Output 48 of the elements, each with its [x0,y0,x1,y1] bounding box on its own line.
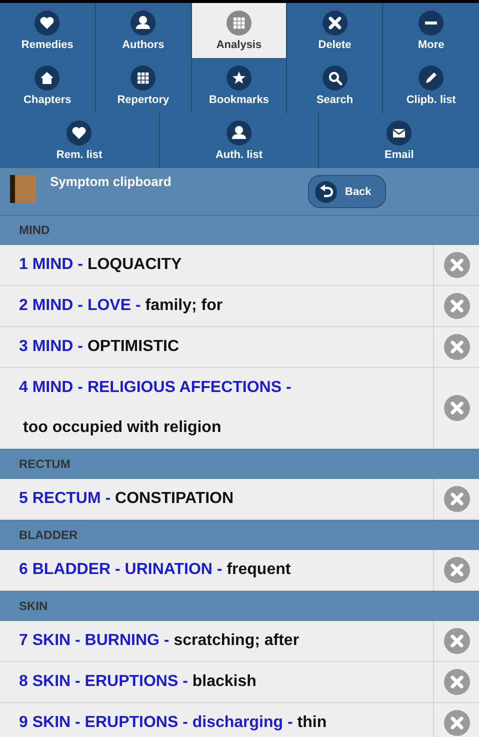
book-icon [10,174,36,204]
menu-tab[interactable]: Analysis [192,3,288,58]
pencil-icon [418,65,444,91]
symptom-text[interactable]: 5 RECTUM - CONSTIPATION [19,479,433,519]
close-icon [444,669,470,695]
close-icon [444,557,470,583]
symptom-text[interactable]: 7 SKIN - BURNING - scratching; after [19,621,433,661]
menu-tab[interactable]: Repertory [96,58,192,113]
menu-tab[interactable]: Search [287,58,384,113]
symptom-text[interactable]: 6 BLADDER - URINATION - frequent [19,550,433,590]
symptom-text[interactable]: 4 MIND - RELIGIOUS AFFECTIONS - [19,368,433,408]
section-heading: RECTUM [0,449,479,479]
symptom-text[interactable]: 2 MIND - LOVE - family; for [19,286,433,326]
close-icon [444,628,470,654]
close-icon [444,395,470,421]
person-icon [226,120,252,146]
back-button[interactable]: Back [308,175,386,208]
menu-tab[interactable]: Clipb. list [383,58,479,113]
symptom-text[interactable]: 9 SKIN - ERUPTIONS - discharging - thin [19,703,433,737]
grid-icon [130,65,156,91]
search-icon [322,65,348,91]
close-icon [444,486,470,512]
close-icon [444,334,470,360]
menu-tab[interactable]: Delete [287,3,384,58]
symptom-text[interactable]: too occupied with religion [19,408,433,448]
mail-icon [386,120,412,146]
section-heading: MIND [0,215,479,245]
home-icon [34,65,60,91]
section-heading: SKIN [0,591,479,621]
close-icon [322,10,348,36]
grid-icon [226,10,252,36]
close-icon [444,293,470,319]
menu-tab[interactable]: More [383,3,479,58]
symptom-text[interactable]: 1 MIND - LOQUACITY [19,245,433,285]
menu-tab[interactable]: Email [319,113,479,168]
undo-icon [315,180,337,202]
minus-icon [418,10,444,36]
section-heading: BLADDER [0,520,479,550]
menu-tab[interactable]: Remedies [0,3,96,58]
symptom-text[interactable]: 8 SKIN - ERUPTIONS - blackish [19,662,433,702]
menu-tab[interactable]: Bookmarks [192,58,288,113]
symptom-text[interactable]: 3 MIND - OPTIMISTIC [19,327,433,367]
page-title: Symptom clipboard [50,174,172,189]
close-icon [444,252,470,278]
menu-tab[interactable]: Chapters [0,58,96,113]
person-icon [130,10,156,36]
menu-tab[interactable]: Authors [96,3,192,58]
close-icon [444,710,470,736]
